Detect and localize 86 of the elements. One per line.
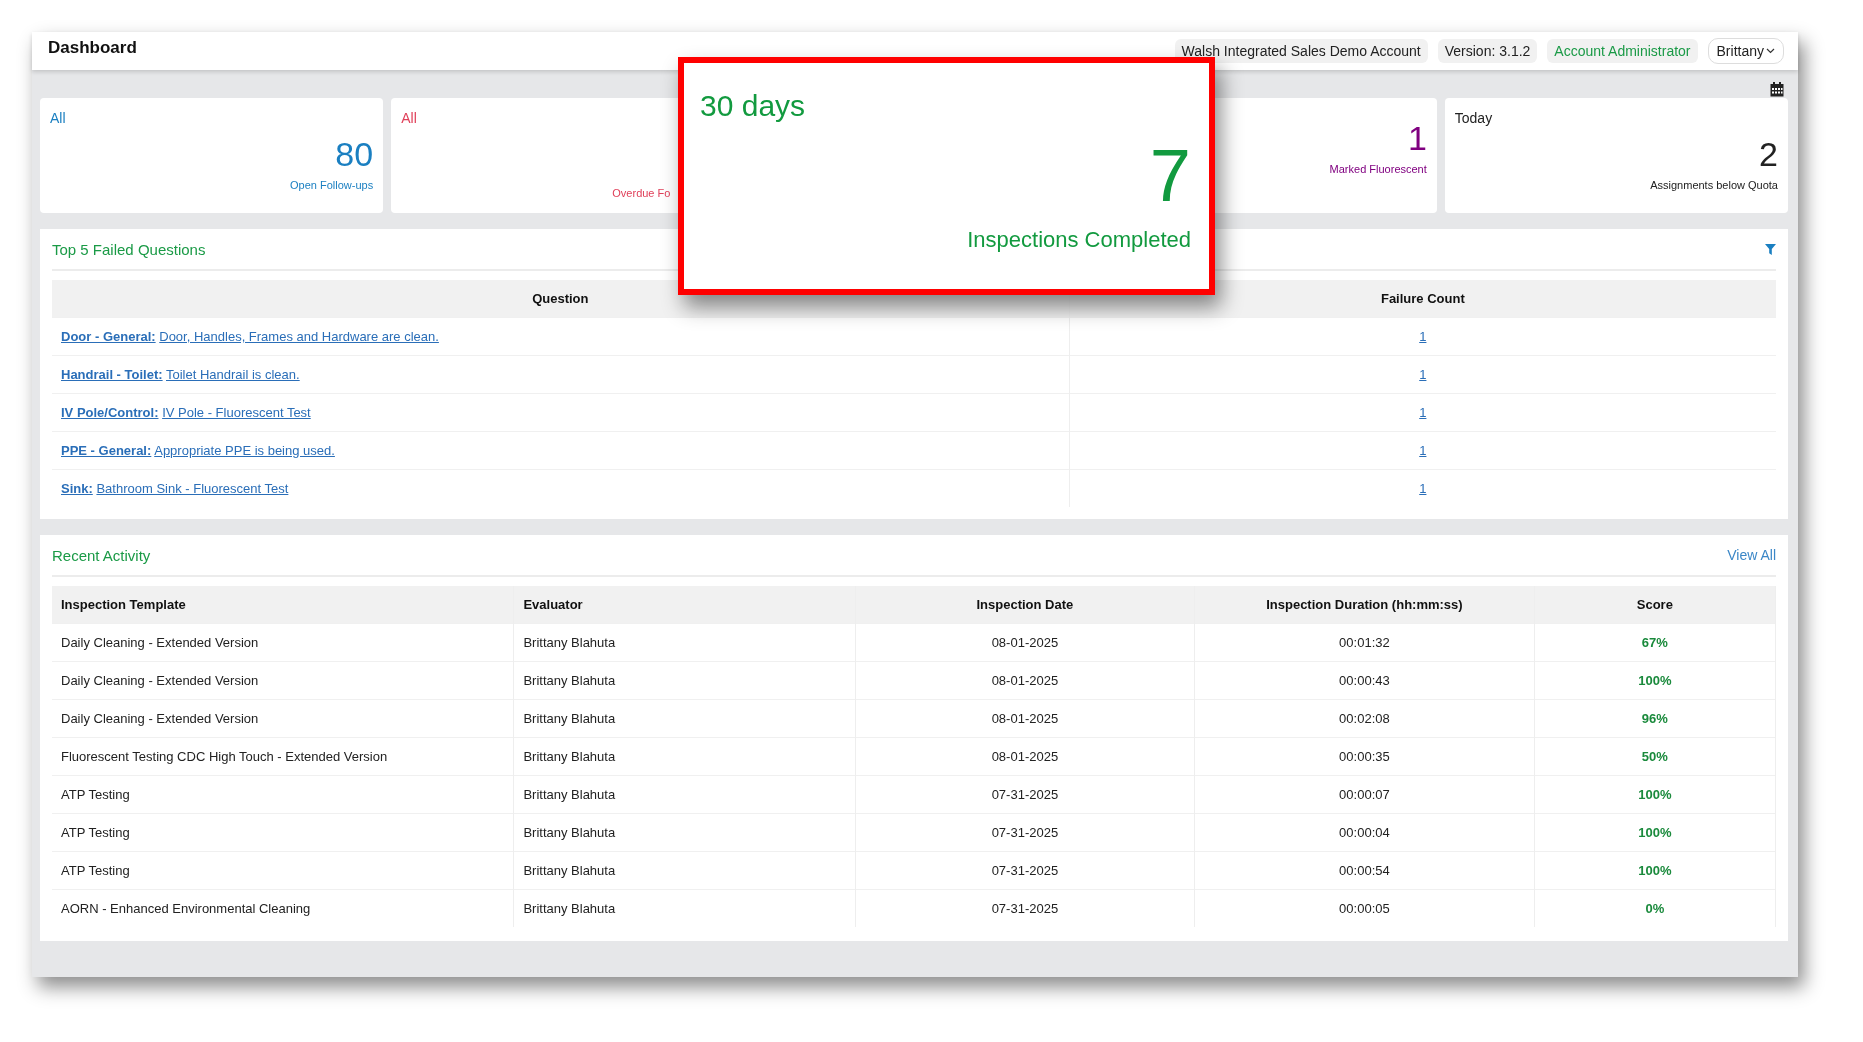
table-cell: Daily Cleaning - Extended Version — [52, 623, 514, 662]
table-cell: Brittany Blahuta — [513, 813, 856, 852]
table-cell: 07-31-2025 — [855, 813, 1195, 852]
table-cell: 00:02:08 — [1194, 699, 1535, 738]
stat-value: 1 — [1407, 120, 1427, 158]
role-label: Account Administrator — [1547, 39, 1698, 63]
table-cell: 00:00:04 — [1194, 813, 1535, 852]
stat-label: Overdue Fo — [612, 187, 671, 199]
failure-count-link[interactable]: 1 — [1419, 329, 1427, 344]
table-cell: Brittany Blahuta — [513, 737, 856, 776]
score-cell: 100% — [1534, 813, 1776, 852]
table-cell: 07-31-2025 — [855, 851, 1195, 890]
table-cell: 07-31-2025 — [855, 889, 1195, 927]
table-cell: ATP Testing — [52, 775, 514, 814]
table-cell: AORN - Enhanced Environmental Cleaning — [52, 889, 514, 927]
category-link[interactable]: Handrail - Toilet: — [61, 367, 163, 382]
chevron-down-icon — [1766, 48, 1775, 54]
failure-count-link[interactable]: 1 — [1419, 481, 1427, 496]
table-cell: 00:00:05 — [1194, 889, 1535, 927]
category-link[interactable]: Door - General: — [61, 329, 156, 344]
period-label: All — [50, 110, 66, 126]
table-cell: Brittany Blahuta — [513, 699, 856, 738]
stat-label: Inspections Completed — [967, 227, 1191, 253]
table-cell: Brittany Blahuta — [513, 889, 856, 927]
column-header: Score — [1534, 586, 1776, 624]
stat-label: Marked Fluorescent — [1329, 163, 1427, 176]
table-cell: 00:00:07 — [1194, 775, 1535, 814]
stat-value: 2 — [1759, 136, 1778, 174]
stat-value: 80 — [335, 136, 374, 174]
stat-value: 7 — [1149, 139, 1191, 213]
category-link[interactable]: PPE - General: — [61, 443, 152, 458]
page-title: Dashboard — [48, 38, 137, 58]
table-cell: 00:01:32 — [1194, 623, 1535, 662]
table-cell: 08-01-2025 — [855, 737, 1195, 776]
filter-icon[interactable] — [1765, 243, 1776, 255]
table-cell: Brittany Blahuta — [513, 775, 856, 814]
failure-count-link[interactable]: 1 — [1419, 367, 1427, 382]
failure-count-link[interactable]: 1 — [1419, 443, 1427, 458]
account-name: Walsh Integrated Sales Demo Account — [1174, 39, 1428, 63]
column-header: Inspection Date — [855, 586, 1195, 624]
section-title: Recent Activity — [52, 546, 151, 564]
column-header: Inspection Template — [52, 586, 514, 624]
table-cell: 08-01-2025 — [855, 661, 1195, 700]
score-cell: 100% — [1534, 775, 1776, 814]
table-cell: 00:00:43 — [1194, 661, 1535, 700]
table-cell: 08-01-2025 — [855, 623, 1195, 662]
table-cell: 00:00:35 — [1194, 737, 1535, 776]
table-cell: ATP Testing — [52, 813, 514, 852]
version-label: Version: 3.1.2 — [1437, 39, 1538, 63]
score-cell: 100% — [1534, 661, 1776, 700]
period-label: All — [401, 110, 417, 126]
question-link[interactable]: Toilet Handrail is clean. — [166, 367, 300, 382]
table-cell: ATP Testing — [52, 851, 514, 890]
column-header: Evaluator — [513, 586, 856, 624]
category-link[interactable]: Sink: — [61, 481, 93, 496]
view-all-link[interactable]: View All — [1727, 547, 1776, 563]
stat-label: Assignments below Quota — [1650, 179, 1778, 192]
score-cell: 0% — [1534, 889, 1776, 927]
failure-count-link[interactable]: 1 — [1419, 405, 1427, 420]
column-header: Inspection Duration (hh:mm:ss) — [1194, 586, 1535, 624]
score-cell: 96% — [1534, 699, 1776, 738]
table-cell: Fluorescent Testing CDC High Touch - Extended Version — [52, 737, 514, 776]
column-header: Failure Count — [1069, 280, 1776, 318]
question-link[interactable]: Door, Handles, Frames and Hardware are clean. — [159, 329, 439, 344]
score-cell: 100% — [1534, 851, 1776, 890]
question-link[interactable]: Bathroom Sink - Fluorescent Test — [96, 481, 289, 496]
question-link[interactable]: IV Pole - Fluorescent Test — [162, 405, 311, 420]
table-cell: 00:00:54 — [1194, 851, 1535, 890]
score-cell: 67% — [1534, 623, 1776, 662]
calendar-icon[interactable] — [1770, 82, 1784, 97]
period-label: Today — [1454, 110, 1493, 126]
section-title: Top 5 Failed Questions — [52, 240, 206, 258]
score-cell: 50% — [1534, 737, 1776, 776]
table-cell: 07-31-2025 — [855, 775, 1195, 814]
table-cell: Brittany Blahuta — [513, 851, 856, 890]
table-cell: 08-01-2025 — [855, 699, 1195, 738]
stat-card[interactable]: All 80 Open Follow-ups — [40, 98, 384, 213]
table-cell: Brittany Blahuta — [513, 623, 856, 662]
table-cell: Daily Cleaning - Extended Version — [52, 699, 514, 738]
stat-card[interactable]: Today 2 Assignments below Quota — [1444, 98, 1788, 213]
stat-label: Open Follow-ups — [290, 179, 374, 192]
question-link[interactable]: Appropriate PPE is being used. — [154, 443, 335, 458]
user-menu[interactable]: Brittany — [1707, 38, 1784, 64]
table-cell: Daily Cleaning - Extended Version — [52, 661, 514, 700]
table-cell: Brittany Blahuta — [513, 661, 856, 700]
category-link[interactable]: IV Pole/Control: — [61, 405, 159, 420]
